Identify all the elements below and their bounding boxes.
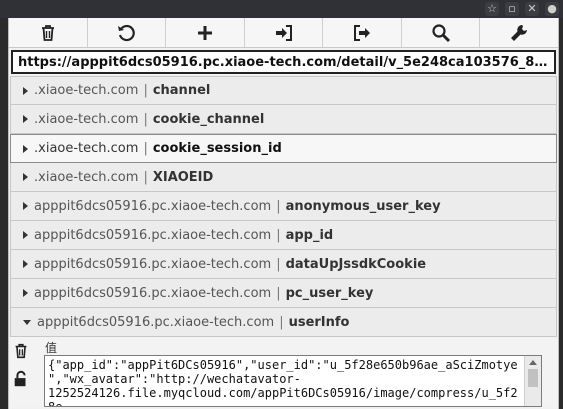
cookie-domain: apppit6dcs05916.pc.xiaoe-tech.com <box>34 198 272 214</box>
cookie-domain: apppit6dcs05916.pc.xiaoe-tech.com <box>37 314 275 330</box>
star-icon[interactable]: ☆ <box>485 2 499 16</box>
caret-right-icon <box>23 86 28 95</box>
import-icon <box>275 24 292 41</box>
undo-icon <box>118 24 136 41</box>
cookie-domain: apppit6dcs05916.pc.xiaoe-tech.com <box>34 227 272 243</box>
reset-button[interactable] <box>88 18 167 47</box>
cookie-domain: .xiaoe-tech.com <box>34 111 139 127</box>
cookie-row[interactable]: apppit6dcs05916.pc.xiaoe-tech.com | app_… <box>10 221 557 250</box>
separator: | <box>143 111 148 127</box>
cookie-name: cookie_channel <box>152 111 265 127</box>
cookie-name: cookie_session_id <box>152 141 282 156</box>
cookie-row[interactable]: .xiaoe-tech.com | XIAOEID <box>10 163 557 192</box>
cookie-domain: .xiaoe-tech.com <box>34 141 139 156</box>
wrench-icon <box>511 24 528 41</box>
cookie-name: channel <box>152 83 211 98</box>
extension-icon[interactable]: ▫ <box>505 2 519 16</box>
caret-right-icon <box>23 202 28 210</box>
cookie-name: anonymous_user_key <box>285 198 441 214</box>
separator: | <box>143 83 148 98</box>
cookie-domain: apppit6dcs05916.pc.xiaoe-tech.com <box>34 256 272 272</box>
cookie-row[interactable]: .xiaoe-tech.com | cookie_channel <box>10 105 557 134</box>
search-icon <box>432 23 450 42</box>
scroll-thumb[interactable] <box>528 369 538 387</box>
caret-right-icon <box>23 260 28 268</box>
cookie-name: pc_user_key <box>285 285 374 301</box>
cookie-domain: .xiaoe-tech.com <box>34 169 139 185</box>
export-button[interactable] <box>323 18 402 47</box>
cookie-domain: apppit6dcs05916.pc.xiaoe-tech.com <box>34 285 272 301</box>
cookie-row-expanded[interactable]: apppit6dcs05916.pc.xiaoe-tech.com | user… <box>10 308 557 337</box>
cookie-row[interactable]: apppit6dcs05916.pc.xiaoe-tech.com | data… <box>10 250 557 279</box>
caret-right-icon <box>23 115 28 123</box>
cookie-editor-popup: https://apppit6dcs05916.pc.xiaoe-tech.co… <box>8 18 559 409</box>
value-label: 值 <box>45 341 58 355</box>
separator: | <box>276 256 281 272</box>
caret-right-icon <box>23 231 28 239</box>
trash-icon <box>41 24 54 41</box>
caret-right-icon <box>23 173 28 181</box>
cookie-row[interactable]: .xiaoe-tech.com | channel <box>10 76 557 105</box>
caret-right-icon <box>23 289 28 297</box>
cookie-value-input[interactable]: {"app_id":"appPit6DCs05916","user_id":"u… <box>44 355 542 407</box>
cookie-name: app_id <box>285 227 334 243</box>
cookie-row[interactable]: apppit6dcs05916.pc.xiaoe-tech.com | anon… <box>10 192 557 221</box>
cookie-row[interactable]: .xiaoe-tech.com | cookie_session_id <box>10 134 557 163</box>
options-button[interactable] <box>480 18 558 47</box>
toolbar <box>9 18 558 48</box>
cookie-row[interactable]: apppit6dcs05916.pc.xiaoe-tech.com | pc_u… <box>10 279 557 308</box>
current-url: https://apppit6dcs05916.pc.xiaoe-tech.co… <box>11 50 556 74</box>
delete-all-button[interactable] <box>9 18 88 47</box>
search-button[interactable] <box>402 18 481 47</box>
cookie-domain: .xiaoe-tech.com <box>34 83 139 98</box>
cookie-list: .xiaoe-tech.com | channel .xiaoe-tech.co… <box>10 76 557 337</box>
scroll-up-icon[interactable] <box>529 360 537 365</box>
cookie-detail: 值 {"app_id":"appPit6DCs05916","user_id":… <box>9 337 558 407</box>
separator: | <box>276 198 281 214</box>
unlock-icon[interactable] <box>12 369 30 389</box>
cookie-name: XIAOEID <box>152 169 214 185</box>
extension-icon[interactable]: ● <box>545 2 559 16</box>
separator: | <box>276 285 281 301</box>
extension-icon[interactable]: ✕ <box>525 2 539 16</box>
cookie-name: dataUpJssdkCookie <box>285 256 427 272</box>
caret-right-icon <box>23 144 28 153</box>
export-icon <box>354 24 371 41</box>
scrollbar[interactable] <box>524 356 541 406</box>
separator: | <box>279 314 284 330</box>
add-cookie-button[interactable] <box>166 18 245 47</box>
browser-toolbar: ☆ ▫ ✕ ● <box>0 0 563 18</box>
caret-down-icon <box>23 319 31 325</box>
separator: | <box>276 227 281 243</box>
separator: | <box>143 141 148 156</box>
trash-icon[interactable] <box>12 341 30 361</box>
separator: | <box>143 169 148 185</box>
plus-icon <box>197 25 212 40</box>
cookie-name: userInfo <box>288 314 350 330</box>
import-button[interactable] <box>245 18 324 47</box>
